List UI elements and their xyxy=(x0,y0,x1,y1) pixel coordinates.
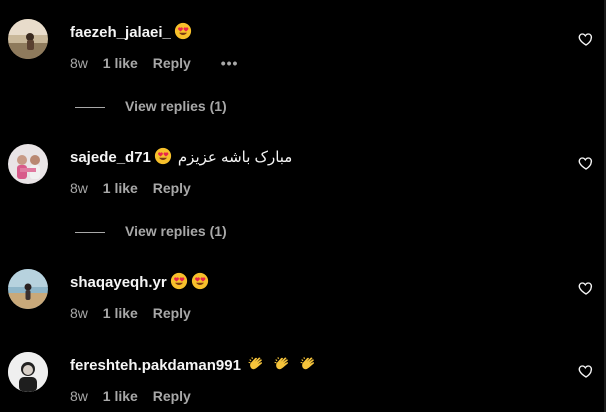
avatar[interactable] xyxy=(8,144,48,184)
reply-button[interactable]: Reply xyxy=(153,388,191,404)
comments-panel: faezeh_jalaei_ 8w 1 like Reply ••• View … xyxy=(0,0,606,412)
like-count[interactable]: 1 like xyxy=(103,55,138,71)
like-heart-icon[interactable] xyxy=(578,363,594,379)
comment-time: 8w xyxy=(70,388,88,404)
like-heart-icon[interactable] xyxy=(578,280,594,296)
comment-username-line: sajede_d71 مبارک باشه عزیزم xyxy=(70,147,292,169)
comment-username-line: faezeh_jalaei_ xyxy=(70,22,192,44)
avatar[interactable] xyxy=(8,352,48,392)
reply-button[interactable]: Reply xyxy=(153,305,191,321)
divider-line xyxy=(75,106,105,108)
avatar[interactable] xyxy=(8,269,48,309)
comment-time: 8w xyxy=(70,180,88,196)
comment-text: مبارک باشه عزیزم xyxy=(177,149,293,166)
username-link[interactable]: sajede_d71 xyxy=(70,149,151,166)
username-link[interactable]: fereshteh.pakdaman991 xyxy=(70,357,241,374)
heart-eyes-emoji xyxy=(170,272,188,294)
reply-button[interactable]: Reply xyxy=(153,180,191,196)
like-count[interactable]: 1 like xyxy=(103,180,138,196)
like-heart-icon[interactable] xyxy=(578,155,594,171)
comment-meta: 8w 1 like Reply xyxy=(70,388,202,404)
view-replies-button[interactable]: View replies (1) xyxy=(75,98,227,114)
view-replies-label: View replies (1) xyxy=(125,98,227,114)
clapping-hands-emoji xyxy=(299,355,317,377)
like-count[interactable]: 1 like xyxy=(103,305,138,321)
view-replies-label: View replies (1) xyxy=(125,223,227,239)
comment-time: 8w xyxy=(70,305,88,321)
like-heart-icon[interactable] xyxy=(578,31,594,47)
reply-button[interactable]: Reply xyxy=(153,55,191,71)
username-link[interactable]: shaqayeqh.yr xyxy=(70,274,167,291)
clapping-hands-emoji xyxy=(247,355,265,377)
comment-time: 8w xyxy=(70,55,88,71)
avatar[interactable] xyxy=(8,19,48,59)
comment-username-line: fereshteh.pakdaman991 xyxy=(70,355,317,377)
view-replies-button[interactable]: View replies (1) xyxy=(75,223,227,239)
heart-eyes-emoji xyxy=(191,272,209,294)
more-options-icon[interactable]: ••• xyxy=(221,55,239,71)
divider-line xyxy=(75,231,105,233)
comment-meta: 8w 1 like Reply ••• xyxy=(70,55,249,71)
heart-eyes-emoji xyxy=(154,147,172,169)
clapping-hands-emoji xyxy=(273,355,291,377)
comment-meta: 8w 1 like Reply xyxy=(70,180,202,196)
username-link[interactable]: faezeh_jalaei_ xyxy=(70,24,171,41)
like-count[interactable]: 1 like xyxy=(103,388,138,404)
heart-eyes-emoji xyxy=(174,22,192,44)
comment-username-line: shaqayeqh.yr xyxy=(70,272,209,294)
comment-meta: 8w 1 like Reply xyxy=(70,305,202,321)
